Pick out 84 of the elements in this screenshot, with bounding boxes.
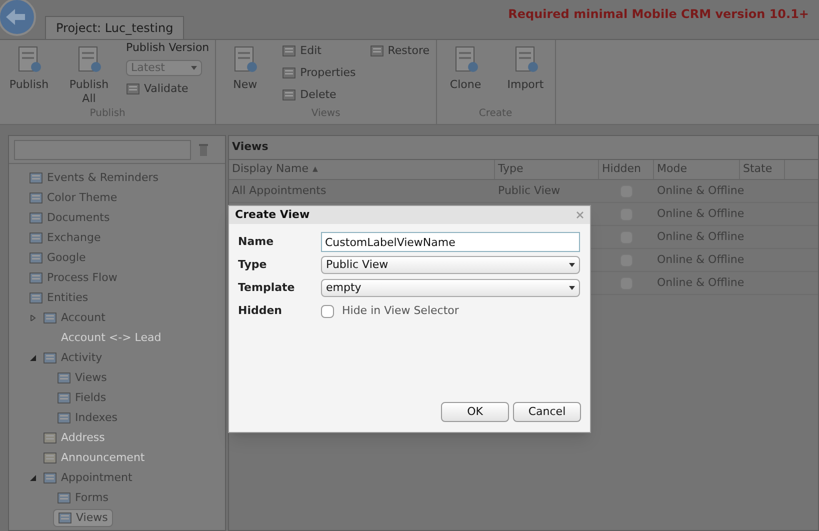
select-field[interactable]: Public View xyxy=(321,256,580,274)
tree-item[interactable]: Activity xyxy=(39,349,106,367)
table-cell: Public View xyxy=(498,184,560,197)
folder-icon xyxy=(29,291,43,305)
toolbar-icon xyxy=(370,44,384,58)
table-cell: Online & Offline xyxy=(657,230,744,243)
toolbar-icon xyxy=(282,44,296,58)
folder-icon xyxy=(43,471,57,485)
folder-icon xyxy=(29,271,43,285)
trash-icon[interactable] xyxy=(199,144,208,156)
folder-icon xyxy=(29,211,43,225)
ribbon-button[interactable]: Properties xyxy=(282,62,356,84)
search-field[interactable] xyxy=(14,140,191,160)
close-icon[interactable] xyxy=(576,211,584,219)
toolbar-icon xyxy=(282,88,296,102)
folder-icon xyxy=(43,311,57,325)
tree-item[interactable]: Color Theme xyxy=(25,189,122,207)
tree-item[interactable]: Fields xyxy=(53,389,110,407)
panel-title: Views xyxy=(232,139,268,156)
tree-item[interactable]: Process Flow xyxy=(25,269,122,287)
tree-item[interactable]: Exchange xyxy=(25,229,105,247)
version-notice: Required minimal Mobile CRM version 10.1+ xyxy=(508,6,809,23)
field-label: Type xyxy=(238,256,268,273)
select-field[interactable]: empty xyxy=(321,279,580,297)
tree-item[interactable]: Views xyxy=(53,369,111,387)
caret-icon xyxy=(569,263,575,267)
column-header[interactable]: Type xyxy=(495,160,599,179)
expanded-arrow-icon[interactable] xyxy=(30,475,36,481)
dialog-button[interactable]: OK xyxy=(441,402,509,422)
table-cell: Online & Offline xyxy=(657,184,744,197)
ribbon-button[interactable]: Edit xyxy=(282,40,322,62)
publish-version-label: Publish Version xyxy=(126,40,210,56)
folder-icon xyxy=(57,411,71,425)
tree-item[interactable]: Account xyxy=(39,309,110,327)
tree-item[interactable]: Google xyxy=(25,249,90,267)
expanded-arrow-icon[interactable] xyxy=(30,355,36,361)
folder-icon xyxy=(29,231,43,245)
field-label: Hidden xyxy=(238,302,284,319)
dialog-button[interactable]: Cancel xyxy=(513,402,581,422)
folder-icon xyxy=(43,451,57,465)
dialog-title: Create View xyxy=(235,206,310,223)
ribbon-button[interactable]: Clone xyxy=(442,40,488,92)
folder-icon xyxy=(57,491,71,505)
ribbon-button[interactable]: Delete xyxy=(282,84,336,106)
ribbon-button[interactable]: Publish xyxy=(6,40,52,92)
ribbon-button[interactable]: Import xyxy=(502,40,548,92)
tree-item[interactable]: Events & Reminders xyxy=(25,169,162,187)
ribbon-button[interactable]: Validate xyxy=(126,78,188,100)
ribbon-button[interactable]: Restore xyxy=(370,40,430,62)
folder-icon xyxy=(29,191,43,205)
toolbar-icon xyxy=(282,66,296,80)
field-label: Name xyxy=(238,234,275,250)
folder-icon xyxy=(29,171,43,185)
tree-item[interactable]: Entities xyxy=(25,289,92,307)
name-field[interactable]: CustomLabelViewName xyxy=(321,232,580,252)
folder-icon xyxy=(57,391,71,405)
ribbon-button[interactable]: Publish All xyxy=(66,40,112,106)
hidden-checkbox[interactable] xyxy=(321,304,334,318)
folder-icon xyxy=(43,351,57,365)
caret-icon xyxy=(569,286,575,290)
checkbox-label: Hide in View Selector xyxy=(342,302,459,319)
column-header[interactable]: Mode xyxy=(654,160,740,179)
field-label: Template xyxy=(238,280,296,296)
folder-icon xyxy=(58,511,72,525)
folder-icon xyxy=(29,251,43,265)
table-cell: Online & Offline xyxy=(657,206,744,220)
table-cell: Online & Offline xyxy=(657,252,744,266)
tree-item[interactable]: Documents xyxy=(25,209,114,227)
ribbon-button[interactable]: New xyxy=(222,40,268,92)
table-cell: All Appointments xyxy=(232,184,326,197)
tree-item[interactable]: Indexes xyxy=(53,409,122,427)
tree-item[interactable]: Forms xyxy=(53,489,112,507)
back-button[interactable] xyxy=(0,0,36,36)
collapsed-arrow-icon[interactable] xyxy=(30,315,36,321)
caret-icon xyxy=(191,66,197,70)
column-header[interactable]: Hidden xyxy=(599,160,654,179)
toolbar-icon xyxy=(126,82,140,96)
project-tab[interactable]: Project: Luc_testing xyxy=(45,16,184,39)
table-cell: Online & Offline xyxy=(657,276,744,289)
folder-icon xyxy=(57,371,71,385)
tree-item[interactable]: Appointment xyxy=(39,469,136,487)
tree-item[interactable]: Views xyxy=(53,509,113,527)
folder-icon xyxy=(43,431,57,445)
column-header[interactable]: State xyxy=(740,160,785,179)
